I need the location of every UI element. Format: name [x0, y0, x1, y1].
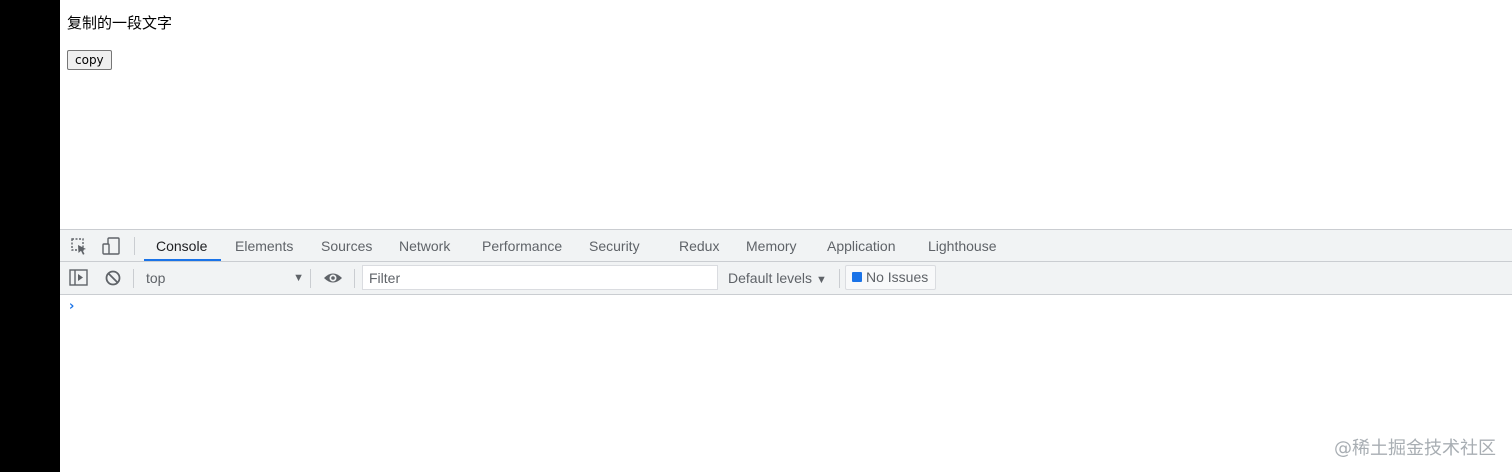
show-sidebar-icon[interactable] [68, 268, 90, 288]
tab-redux[interactable]: Redux [679, 230, 719, 261]
tab-elements[interactable]: Elements [235, 230, 293, 261]
device-toggle-icon[interactable] [100, 236, 122, 256]
inspect-element-icon[interactable] [69, 236, 91, 256]
left-black-bar [0, 0, 60, 472]
issues-button[interactable]: No Issues [845, 265, 937, 290]
devtools-panel: Console Elements Sources Network Perform… [60, 229, 1512, 472]
filterbar-divider [133, 269, 134, 288]
tab-sources[interactable]: Sources [321, 230, 372, 261]
console-filter-input[interactable] [362, 265, 718, 290]
filterbar-divider [310, 269, 311, 288]
devtools-tabbar: Console Elements Sources Network Perform… [60, 230, 1512, 262]
filterbar-divider [354, 269, 355, 288]
copy-button[interactable]: copy [67, 50, 112, 70]
chevron-down-icon: ▼ [816, 274, 827, 286]
console-filterbar: top ▼ Default levels▼ No Issues [60, 262, 1512, 295]
context-selector[interactable]: top ▼ [138, 267, 304, 289]
screen: 复制的一段文字 copy Console Elements Sources Ne… [0, 0, 1512, 472]
tab-security[interactable]: Security [589, 230, 640, 261]
context-selector-value: top [146, 270, 166, 286]
toolbar-divider [134, 237, 135, 255]
active-tab-indicator [144, 259, 221, 261]
tab-application[interactable]: Application [827, 230, 896, 261]
console-prompt-icon: › [69, 299, 75, 314]
eye-icon[interactable] [322, 268, 344, 288]
watermark: @稀土掘金技术社区 [1334, 438, 1496, 459]
tab-memory[interactable]: Memory [746, 230, 797, 261]
tab-console[interactable]: Console [156, 230, 207, 261]
tab-lighthouse[interactable]: Lighthouse [928, 230, 997, 261]
filterbar-divider [839, 269, 840, 288]
tab-performance[interactable]: Performance [482, 230, 562, 261]
issues-label: No Issues [866, 269, 929, 285]
clear-console-icon[interactable] [103, 268, 125, 288]
page-text: 复制的一段文字 [67, 14, 173, 32]
tab-network[interactable]: Network [399, 230, 450, 261]
chevron-down-icon: ▼ [293, 272, 304, 284]
log-levels-label: Default levels [728, 270, 813, 286]
issues-message-icon [852, 272, 862, 283]
console-output[interactable]: › [60, 295, 1512, 472]
log-levels-dropdown[interactable]: Default levels ▼ [728, 267, 827, 289]
page-viewport: 复制的一段文字 copy [60, 0, 1512, 229]
